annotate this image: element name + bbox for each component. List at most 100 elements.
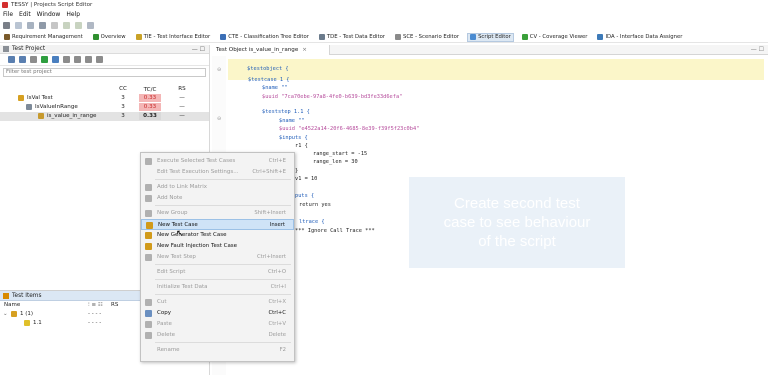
menu-window[interactable]: Window — [37, 11, 61, 18]
test-items-icon — [3, 292, 9, 299]
perspective-cv-coverage-viewer[interactable]: CV - Coverage Viewer — [520, 33, 590, 42]
export-icon[interactable] — [39, 21, 46, 29]
row-cc: 3 — [121, 104, 125, 110]
menu-item-label: Edit Script — [157, 269, 186, 275]
code-v1[interactable]: v1 = 10 — [295, 176, 317, 183]
perspective-sce-scenario-editor[interactable]: SCE - Scenario Editor — [393, 33, 461, 42]
perspective-script-editor[interactable]: Script Editor — [467, 32, 514, 42]
refresh-icon[interactable] — [19, 56, 26, 63]
column-name[interactable]: Name — [4, 302, 20, 308]
menu-item-shortcut: Ctrl+Shift+E — [252, 169, 286, 175]
test-case-icon — [11, 311, 17, 317]
code-r1[interactable]: r1 { — [295, 143, 308, 150]
minimize-maximize-icon[interactable]: — ☐ — [192, 46, 205, 53]
menu-item-initialize-test-data[interactable]: Initialize Test Data Ctrl+I — [141, 282, 294, 293]
menu-item-cut[interactable]: Cut Ctrl+X — [141, 297, 294, 308]
module-icon — [26, 104, 32, 110]
perspective-label: Script Editor — [478, 34, 511, 40]
menu-item-edit-script[interactable]: Edit Script Ctrl+O — [141, 267, 294, 278]
menu-item-new-generator-test-case[interactable]: New Generator Test Case — [141, 230, 294, 241]
code-range-start[interactable]: range_start = -15 — [313, 151, 367, 158]
menu-item-add-note[interactable]: Add Note — [141, 193, 294, 204]
new-icon[interactable] — [15, 21, 22, 29]
sync-icon[interactable] — [8, 56, 15, 63]
copy-icon[interactable] — [27, 21, 34, 29]
menu-item-shortcut: Ctrl+V — [268, 321, 287, 327]
code-return[interactable]: return yes — [299, 202, 331, 209]
code-uuid[interactable]: $uuid "7ca70ebe-97a8-4fe0-b639-bd3fe33d6… — [262, 94, 402, 101]
run-icon[interactable] — [41, 56, 48, 63]
save-icon[interactable] — [3, 21, 10, 29]
code-uuid[interactable]: $uuid "e4522a14-20f6-4685-8e39-f39f5f23c… — [279, 126, 419, 133]
perspective-requirement-management[interactable]: Requirement Management — [2, 33, 85, 42]
close-icon[interactable] — [51, 21, 58, 29]
menu-item-execute-selected-test-cases[interactable]: Execute Selected Test Cases Ctrl+E — [141, 156, 294, 167]
table-row[interactable]: IsVal Test 3 0.33 — — [0, 94, 209, 103]
new-test-step-icon — [145, 254, 152, 261]
filter-test-project-input[interactable]: Filter test project — [3, 68, 206, 77]
editor-tab[interactable]: Test Object is_value_in_range × — [212, 45, 330, 55]
tools-icon[interactable] — [96, 56, 103, 63]
forward-icon[interactable] — [75, 21, 82, 29]
menu-item-new-fault-injection-test-case[interactable]: New Fault Injection Test Case — [141, 241, 294, 252]
add-to-link-matrix-icon — [145, 184, 152, 191]
perspective-tie-test-interface-editor[interactable]: TIE - Test Interface Editor — [134, 33, 213, 42]
copy-icon — [145, 310, 152, 317]
code-close-brace[interactable]: } — [295, 168, 298, 175]
perspective-cte-classification-tree-editor[interactable]: CTE - Classification Tree Editor — [218, 33, 311, 42]
fold-icon[interactable]: ⊖ — [217, 68, 222, 73]
table-row[interactable]: IsValueInRange 3 0.33 — — [0, 103, 209, 112]
menu-help[interactable]: Help — [66, 11, 80, 18]
menu-file[interactable]: File — [3, 11, 13, 18]
perspective-overview[interactable]: Overview — [91, 33, 128, 42]
row-cc: 3 — [121, 95, 125, 101]
code-inputs[interactable]: $inputs { — [279, 135, 308, 142]
paste-icon — [145, 321, 152, 328]
column-rs[interactable]: RS — [176, 86, 188, 92]
menu-item-edit-test-execution-settings[interactable]: Edit Test Execution Settings... Ctrl+Shif… — [141, 167, 294, 178]
add-note-icon — [145, 195, 152, 202]
menu-item-new-group[interactable]: New Group Shift+Insert — [141, 208, 294, 219]
module-icon[interactable] — [30, 56, 37, 63]
code-line[interactable]: $testobject { — [228, 59, 764, 80]
row-name: is_value_in_range — [47, 113, 97, 119]
history-icon[interactable] — [87, 21, 94, 29]
column-rs[interactable]: RS — [111, 302, 118, 308]
menu-edit[interactable]: Edit — [19, 11, 31, 18]
menu-item-paste[interactable]: Paste Ctrl+V — [141, 319, 294, 330]
code-testcase[interactable]: $testcase 1 { — [248, 77, 289, 84]
menu-separator — [155, 294, 291, 295]
close-tab-icon[interactable]: × — [302, 47, 307, 53]
test-project-title: Test Project — [12, 46, 46, 52]
perspective-label: CV - Coverage Viewer — [529, 34, 588, 40]
back-icon[interactable] — [63, 21, 70, 29]
table-row-selected[interactable]: is_value_in_range 3 0.33 — — [0, 112, 209, 121]
code-teststep[interactable]: $teststep 1.1 { — [262, 109, 310, 116]
column-cc[interactable]: CC — [118, 86, 128, 92]
menu-item-copy[interactable]: Copy Ctrl+C — [141, 308, 294, 319]
perspective-tde-test-data-editor[interactable]: TDE - Test Data Editor — [317, 33, 387, 42]
code-calltrace[interactable]: ltrace { — [299, 219, 325, 226]
compare-icon[interactable] — [85, 56, 92, 63]
menu-item-shortcut: Ctrl+O — [267, 269, 286, 275]
menu-item-rename[interactable]: Rename F2 — [141, 345, 294, 356]
test-step-label: 1.1 — [33, 320, 42, 326]
code-range-len[interactable]: range_len = 30 — [313, 159, 358, 166]
column-tc[interactable]: TC/C — [139, 86, 161, 94]
code-name[interactable]: $name "" — [262, 85, 288, 92]
editor-minimize-maximize-icon[interactable]: — ☐ — [751, 46, 764, 53]
menu-item-new-test-step[interactable]: New Test Step Ctrl+Insert — [141, 252, 294, 263]
menu-item-new-test-case[interactable]: New Test Case Insert — [141, 219, 294, 230]
menu-item-delete[interactable]: Delete Delete — [141, 330, 294, 341]
coverage-icon[interactable] — [52, 56, 59, 63]
fold-icon[interactable]: ⊖ — [217, 117, 222, 122]
perspective-icon — [470, 34, 477, 40]
expand-icon[interactable]: ⌄ — [3, 311, 8, 317]
code-outputs[interactable]: puts { — [295, 193, 314, 200]
code-ignore-call-trace[interactable]: *** Ignore Call Trace *** — [295, 228, 375, 235]
menu-item-add-to-link-matrix[interactable]: Add to Link Matrix — [141, 182, 294, 193]
code-name[interactable]: $name "" — [279, 118, 305, 125]
report-icon[interactable] — [74, 56, 81, 63]
table-icon[interactable] — [63, 56, 70, 63]
perspective-ida-interface-data-assigner[interactable]: IDA - Interface Data Assigner — [595, 33, 684, 42]
